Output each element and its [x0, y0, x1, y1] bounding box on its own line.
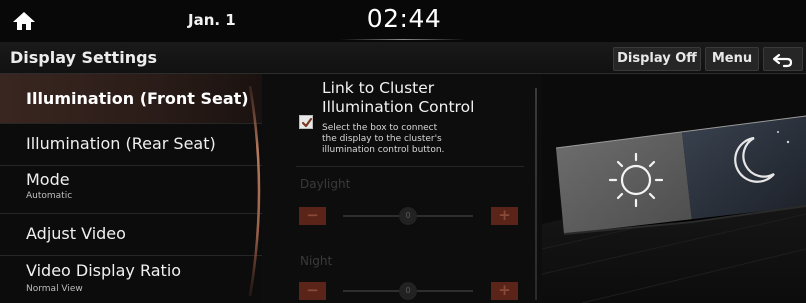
- night-increase-button[interactable]: +: [491, 282, 518, 300]
- menu-item-label: Video Display Ratio: [26, 261, 182, 280]
- clock: 02:44: [366, 4, 442, 33]
- status-bar: Jan. 1 02:44: [0, 0, 806, 42]
- menu-button[interactable]: Menu: [705, 47, 759, 71]
- header-bar: Display Settings Display Off Menu: [0, 42, 806, 74]
- menu-item-label: Adjust Video: [26, 224, 126, 243]
- daylight-decrease-button[interactable]: −: [299, 207, 326, 225]
- menu-item-label: Mode: [26, 170, 70, 189]
- link-cluster-checkbox[interactable]: [299, 115, 313, 129]
- illumination-illustration: [542, 74, 806, 303]
- daylight-label: Daylight: [300, 177, 351, 191]
- night-decrease-button[interactable]: −: [299, 282, 326, 300]
- link-cluster-description: Select the box to connect: [322, 123, 438, 133]
- menu-item-mode[interactable]: Mode Automatic: [0, 166, 262, 214]
- daylight-increase-button[interactable]: +: [491, 207, 518, 225]
- back-button[interactable]: [763, 47, 803, 71]
- night-label: Night: [300, 254, 333, 268]
- clock-underline: [340, 39, 466, 40]
- settings-menu: Illumination (Front Seat) Illumination (…: [0, 74, 262, 303]
- menu-item-sublabel: Automatic: [26, 191, 73, 201]
- link-cluster-description: the display to the cluster's: [322, 134, 442, 144]
- panel-divider: [535, 88, 537, 300]
- menu-item-label: Illumination (Front Seat): [26, 89, 249, 108]
- menu-item-video-display-ratio[interactable]: Video Display Ratio Normal View: [0, 256, 262, 303]
- link-cluster-title-line2: Illumination Control: [322, 98, 475, 116]
- page-title: Display Settings: [10, 48, 158, 67]
- checkmark-icon: [301, 117, 313, 128]
- menu-item-label: Illumination (Rear Seat): [26, 134, 216, 153]
- display-off-button[interactable]: Display Off: [613, 47, 701, 71]
- menu-item-illumination-front-seat[interactable]: Illumination (Front Seat): [0, 74, 262, 124]
- menu-item-illumination-rear-seat[interactable]: Illumination (Rear Seat): [0, 124, 262, 166]
- menu-item-adjust-video[interactable]: Adjust Video: [0, 214, 262, 256]
- display-illustration: [542, 74, 806, 303]
- home-icon[interactable]: [12, 10, 36, 32]
- night-slider-knob[interactable]: 0: [399, 282, 417, 300]
- back-arrow-icon: [772, 53, 793, 68]
- link-cluster-title-line1: Link to Cluster: [322, 79, 435, 97]
- link-cluster-description: illumination control button.: [322, 145, 445, 155]
- menu-item-sublabel: Normal View: [26, 284, 83, 294]
- date-label: Jan. 1: [188, 11, 236, 29]
- daylight-slider-knob[interactable]: 0: [399, 207, 417, 225]
- display-settings-screen: Jan. 1 02:44 Display Settings Display Of…: [0, 0, 806, 303]
- divider: [296, 166, 524, 167]
